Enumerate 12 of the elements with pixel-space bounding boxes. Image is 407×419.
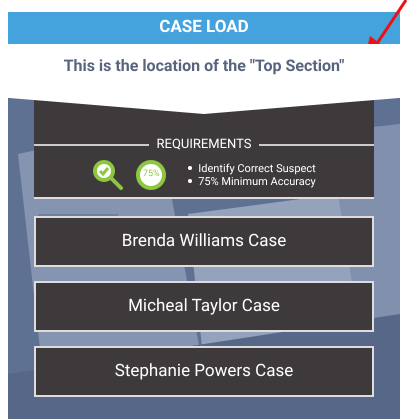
case-button[interactable]: Brenda Williams Case: [34, 216, 374, 267]
top-section-text: This is the location of the "Top Section": [64, 55, 344, 77]
requirements-title: REQUIREMENTS: [156, 136, 252, 154]
requirement-item: Identify Correct Suspect: [198, 162, 316, 174]
requirement-item: 75% Minimum Accuracy: [198, 174, 316, 188]
bullet-icon: [188, 166, 192, 170]
magnifier-check-icon: [92, 158, 124, 190]
case-button[interactable]: Micheal Taylor Case: [34, 281, 374, 332]
case-button[interactable]: Stephanie Powers Case: [34, 346, 374, 397]
bullet-icon: [188, 179, 192, 183]
accuracy-badge: 75%: [136, 160, 166, 190]
header-title: CASE LOAD: [159, 16, 249, 40]
